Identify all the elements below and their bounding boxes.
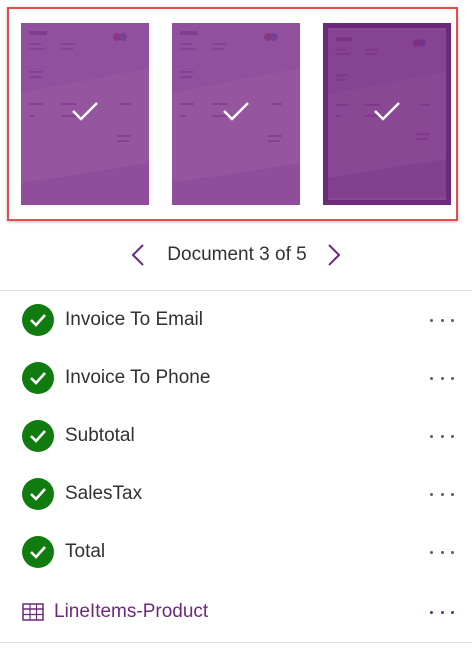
document-thumbnail-strip	[7, 7, 458, 221]
document-thumbnail-1[interactable]	[21, 23, 149, 205]
checkmark-icon	[72, 102, 98, 121]
document-thumbnail-2[interactable]	[172, 23, 300, 205]
more-options-icon[interactable]	[430, 312, 454, 328]
field-row-invoice-to-email[interactable]: Invoice To Email	[0, 291, 472, 349]
success-check-icon	[22, 536, 54, 568]
success-check-icon	[22, 420, 54, 452]
field-row-total[interactable]: Total	[0, 523, 472, 581]
success-check-icon	[22, 304, 54, 336]
success-check-icon	[22, 362, 54, 394]
checkmark-icon	[374, 102, 400, 121]
field-label: SalesTax	[65, 483, 143, 504]
previous-document-button[interactable]	[127, 241, 149, 269]
field-row-salestax[interactable]: SalesTax	[0, 465, 472, 523]
field-row-subtotal[interactable]: Subtotal	[0, 407, 472, 465]
table-field-label: LineItems-Product	[54, 601, 209, 622]
extracted-fields-list: Invoice To Email Invoice To Phone Subtot…	[0, 291, 472, 581]
field-row-lineitems-product[interactable]: LineItems-Product	[0, 585, 472, 639]
success-check-icon	[22, 478, 54, 510]
checkmark-icon	[223, 102, 249, 121]
more-options-icon[interactable]	[430, 486, 454, 502]
document-position-label: Document 3 of 5	[167, 244, 307, 265]
field-label: Invoice To Email	[65, 309, 203, 330]
more-options-icon[interactable]	[430, 370, 454, 386]
field-label: Total	[65, 541, 106, 562]
document-pager: Document 3 of 5	[0, 234, 472, 276]
next-document-button[interactable]	[323, 241, 345, 269]
chevron-left-icon	[131, 244, 144, 266]
field-label: Subtotal	[65, 425, 135, 446]
more-options-icon[interactable]	[430, 604, 454, 620]
table-icon	[22, 603, 44, 621]
field-row-invoice-to-phone[interactable]: Invoice To Phone	[0, 349, 472, 407]
document-thumbnail-3-selected[interactable]	[323, 23, 451, 205]
field-label: Invoice To Phone	[65, 367, 211, 388]
chevron-right-icon	[327, 244, 341, 266]
more-options-icon[interactable]	[430, 428, 454, 444]
more-options-icon[interactable]	[430, 544, 454, 560]
divider	[0, 642, 472, 643]
